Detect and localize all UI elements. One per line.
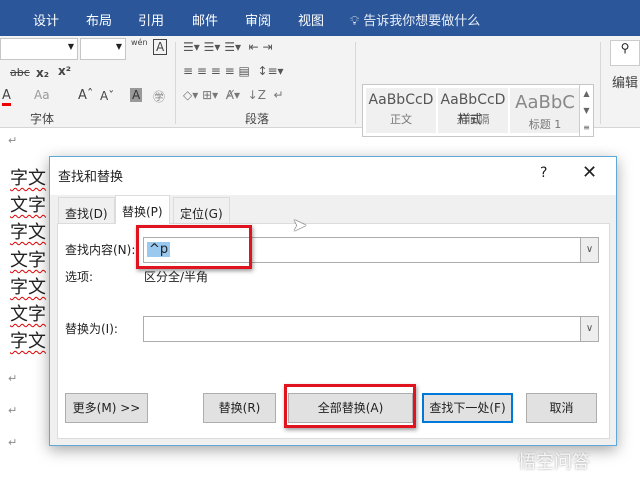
help-button[interactable]: ?: [540, 165, 547, 181]
tab-design[interactable]: 设计: [33, 10, 59, 29]
watermark: 悟空问答: [518, 452, 590, 473]
tab-goto[interactable]: 定位(G): [173, 197, 230, 224]
shrink-font-icon[interactable]: Aˇ: [100, 89, 114, 103]
lightbulb-icon: 💡︎: [350, 14, 364, 29]
find-label: 查找内容(N):: [65, 243, 136, 257]
shading-border-icons[interactable]: ◇▾ ⊞▾ Ⱥ▾ ↓Z ↵: [183, 88, 284, 102]
style-normal[interactable]: AaBbCcD 正文: [366, 88, 436, 133]
tell-me-search[interactable]: 💡︎ 告诉我你想要做什么: [350, 10, 480, 29]
dialog-title: 查找和替换: [58, 170, 124, 185]
subscript-icon[interactable]: x₂: [36, 66, 49, 80]
style-heading-1[interactable]: AaBbC 标题 1: [510, 88, 580, 133]
highlight-box-find: [136, 225, 252, 269]
styles-scrollbar[interactable]: ▲ ▼ ≡: [579, 85, 593, 136]
font-color-icon[interactable]: A: [2, 88, 11, 106]
cancel-button[interactable]: 取消: [526, 393, 597, 423]
font-group-label: 字体: [30, 112, 55, 126]
edit-button[interactable]: 编辑: [612, 72, 638, 91]
options-value: 区分全/半角: [144, 270, 209, 284]
font-size-combo[interactable]: ▼: [80, 38, 126, 60]
options-label: 选项:: [65, 270, 94, 284]
tab-layout[interactable]: 布局: [86, 10, 112, 29]
doc-line: 字文: [10, 168, 46, 189]
doc-line: 文字: [10, 304, 46, 325]
search-icon[interactable]: ⚲: [610, 40, 640, 66]
doc-line: 文字: [10, 250, 46, 271]
doc-line: 字文: [10, 222, 46, 243]
char-border-icon[interactable]: A: [153, 39, 168, 55]
font-name-combo[interactable]: ▼: [0, 38, 78, 60]
replace-label: 替换为(I):: [65, 322, 118, 336]
close-button[interactable]: ✕: [582, 162, 597, 183]
replace-input[interactable]: ∨: [143, 316, 599, 342]
change-case-icon[interactable]: Aa: [34, 88, 50, 102]
superscript-icon[interactable]: x²: [58, 64, 71, 78]
paragraph-group-label: 段落: [245, 112, 270, 126]
doc-line: 字文: [10, 277, 46, 298]
doc-line: 字文: [10, 331, 46, 352]
more-button[interactable]: 更多(M) >>: [65, 393, 148, 423]
highlight-box-replace-all: [284, 384, 416, 428]
doc-line: 文字: [10, 195, 46, 216]
tab-references[interactable]: 引用: [138, 10, 164, 29]
tab-mailings[interactable]: 邮件: [192, 10, 218, 29]
mouse-pointer-icon: ➤: [292, 215, 308, 236]
tab-view[interactable]: 视图: [298, 10, 324, 29]
enclose-char-icon[interactable]: ㊫: [153, 88, 165, 105]
chevron-down-icon[interactable]: ∨: [580, 317, 598, 341]
bullets-icon[interactable]: ☰▾ ☰▾ ☰▾ ⇤ ⇥: [183, 40, 273, 54]
grow-font-icon[interactable]: Aˆ: [78, 88, 93, 103]
phonetic-guide-icon[interactable]: wén: [131, 38, 148, 47]
menu-bar: 设计 布局 引用 邮件 审阅 视图 💡︎ 告诉我你想要做什么: [0, 0, 640, 36]
tab-find[interactable]: 查找(D): [58, 197, 115, 224]
find-next-button[interactable]: 查找下一处(F): [422, 393, 513, 423]
alignment-icons[interactable]: ≡ ≡ ≡ ≡ ▤ ↕≡▾: [183, 64, 284, 78]
chevron-down-icon[interactable]: ∨: [580, 238, 598, 262]
styles-group-label: 样式: [458, 112, 483, 126]
tab-review[interactable]: 审阅: [245, 10, 271, 29]
char-shading-icon[interactable]: A: [130, 88, 143, 102]
strikethrough-icon[interactable]: abc: [10, 66, 30, 79]
dialog-titlebar[interactable]: 查找和替换 ? ✕: [50, 157, 616, 195]
tab-replace[interactable]: 替换(P): [115, 195, 170, 224]
ribbon: ▼ ▼ wén A abc x₂ x² A Aa Aˆ Aˇ A ㊫ 字体 ☰▾…: [0, 36, 640, 137]
replace-button[interactable]: 替换(R): [203, 393, 276, 423]
